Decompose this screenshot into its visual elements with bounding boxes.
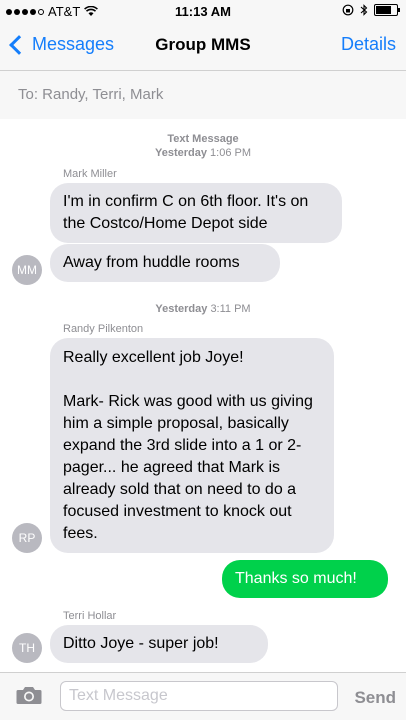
recipients-bar[interactable]: To: Randy, Terri, Mark <box>0 71 406 120</box>
message-text: Ditto Joye - super job! <box>63 635 219 652</box>
details-button[interactable]: Details <box>341 34 396 55</box>
meta-day: Yesterday <box>155 303 208 315</box>
sender-name: Randy Pilkenton <box>63 323 144 335</box>
message-bubble-outgoing[interactable]: Thanks so much! <box>222 560 388 598</box>
orientation-lock-icon <box>342 4 354 16</box>
message-text: Really excellent job Joye! <box>63 349 244 366</box>
avatar[interactable]: MM <box>12 255 42 285</box>
message-text: Thanks so much! <box>235 570 357 587</box>
sender-name: Mark Miller <box>63 168 117 180</box>
status-right <box>342 4 400 16</box>
message-thread[interactable]: Text Message Yesterday 1:06 PM Mark Mill… <box>0 119 406 672</box>
send-button[interactable]: Send <box>354 688 396 708</box>
camera-icon[interactable] <box>16 686 42 705</box>
thread-meta: Yesterday 3:11 PM <box>0 302 406 316</box>
message-text: Away from huddle rooms <box>63 254 240 271</box>
status-bar: AT&T 11:13 AM <box>0 0 406 22</box>
message-bubble[interactable]: Really excellent job Joye! Mark- Rick wa… <box>50 338 334 553</box>
message-bubble[interactable]: I'm in confirm C on 6th floor. It's on t… <box>50 183 342 243</box>
recipients-text: To: Randy, Terri, Mark <box>18 86 164 103</box>
navigation-bar: Messages Group MMS Details <box>0 22 406 71</box>
meta-day: Yesterday <box>154 147 207 159</box>
message-input[interactable] <box>60 681 338 711</box>
message-text: I'm in confirm C on 6th floor. It's on t… <box>63 193 309 232</box>
avatar[interactable]: TH <box>12 633 42 663</box>
battery-fill <box>376 6 391 14</box>
message-bubble[interactable]: Ditto Joye - super job! <box>50 625 268 663</box>
message-bubble[interactable]: Away from huddle rooms <box>50 244 280 282</box>
sender-name: Terri Hollar <box>63 610 117 622</box>
meta-time: 1:06 PM <box>210 147 251 159</box>
battery-icon <box>374 4 400 16</box>
bluetooth-icon <box>360 4 368 16</box>
message-text: Mark- Rick was good with us giving him a… <box>63 393 313 542</box>
thread-meta: Text Message Yesterday 1:06 PM <box>0 132 406 160</box>
meta-title: Text Message <box>167 133 239 145</box>
meta-time: 3:11 PM <box>210 303 251 315</box>
composer-bar: Send <box>0 672 406 720</box>
avatar[interactable]: RP <box>12 523 42 553</box>
